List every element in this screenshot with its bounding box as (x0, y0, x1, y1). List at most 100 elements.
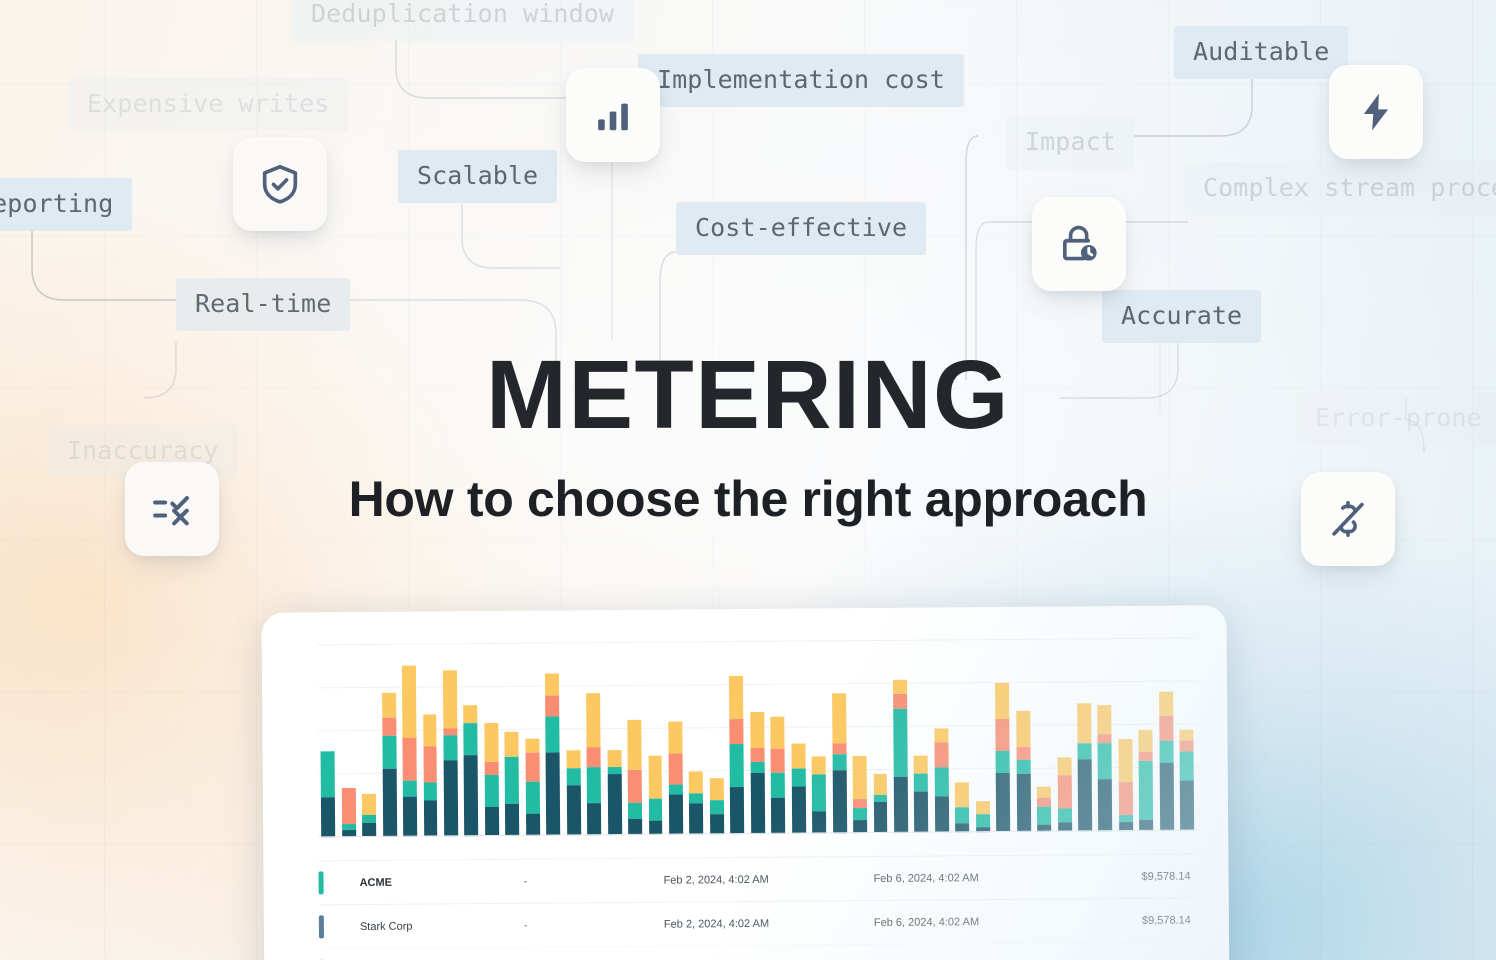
chart-bar-segment (443, 735, 458, 761)
chart-bar (685, 654, 707, 835)
chart-bar-segment (1016, 747, 1031, 760)
chart-bar (399, 657, 421, 837)
chart-bar (317, 657, 339, 838)
chart-bar-segment (1179, 751, 1195, 781)
chip-accurate[interactable]: Accurate (1102, 290, 1262, 343)
chart-bar-segment (1036, 786, 1051, 798)
chart-bar (583, 655, 605, 836)
chart-bar (1094, 651, 1116, 832)
chart-bar-segment (730, 787, 745, 835)
chart-bar-segment (525, 738, 540, 753)
chart-bar-segment (914, 773, 929, 792)
chart-bar-segment (545, 752, 561, 836)
chart-bar-segment (648, 820, 663, 835)
chip-label: Auditable (1193, 37, 1330, 66)
chart-bar-segment (709, 778, 724, 801)
chart-bar-segment (423, 746, 438, 783)
chart-bar-segment (689, 771, 704, 794)
chip-reporting[interactable]: Reporting (0, 178, 133, 231)
chip-deduplication-window[interactable]: Deduplication window (292, 0, 634, 41)
chart-bar-segment (750, 747, 765, 762)
chart-bar-segment (587, 802, 602, 836)
page-subtitle: How to choose the right approach (348, 471, 1148, 527)
chart-bar-segment (812, 811, 827, 834)
chart-bar (808, 653, 830, 834)
chart-bar-segment (770, 772, 786, 798)
chart-bar-segment (525, 781, 540, 815)
chip-label: Impact (1025, 127, 1116, 156)
row-period-end: Feb 6, 2024, 4:02 AM (873, 915, 980, 929)
chart-bar-segment (831, 692, 847, 744)
chip-cost-effective[interactable]: Cost-effective (676, 202, 927, 255)
chart-bar-segment (873, 802, 888, 833)
chip-real-time[interactable]: Real-time (176, 278, 351, 331)
chart-bar-segment (566, 768, 581, 786)
chip-impact[interactable]: Impact (1006, 116, 1135, 169)
dashboard-preview-card[interactable]: ACME - Feb 2, 2024, 4:02 AM Feb 6, 2024, 4:… (261, 605, 1230, 960)
chart-bar-segment (648, 755, 663, 799)
chart-bar-segment (689, 792, 704, 804)
chart-bar-segment (381, 717, 396, 737)
chart-bar (726, 654, 748, 835)
chart-bar-segment (382, 735, 397, 769)
chip-implementation-cost[interactable]: Implementation cost (638, 54, 964, 107)
chip-scalable[interactable]: Scalable (398, 150, 558, 203)
row-customer-name: ACME (359, 876, 393, 889)
chart-bar-segment (586, 746, 601, 767)
bar-chart-icon-card[interactable] (566, 68, 660, 162)
chart-bar-segment (1118, 782, 1133, 815)
chart-bar (624, 655, 646, 835)
chart-bars (317, 650, 1198, 838)
chart-bar-segment (955, 781, 970, 808)
chart-bar (1033, 652, 1055, 832)
page-title: METERING (486, 340, 1010, 449)
chart-bar-segment (627, 719, 642, 771)
chart-bar-segment (668, 784, 683, 796)
chart-bar-segment (545, 695, 560, 717)
chart-bar-segment (463, 722, 478, 756)
chart-bar-segment (1179, 740, 1194, 752)
chart-bar-segment (586, 766, 602, 803)
chart-bar (869, 653, 891, 833)
chart-bar-segment (1077, 743, 1092, 760)
chart-bar-segment (1057, 775, 1072, 809)
chart-bar (419, 656, 441, 837)
chip-auditable[interactable]: Auditable (1174, 26, 1349, 79)
chart-bar-segment (1016, 759, 1031, 775)
chart-bar (1012, 652, 1034, 832)
table-row[interactable]: ACME - Feb 2, 2024, 4:02 AM Feb 6, 2024, 4:… (318, 853, 1195, 905)
chart-bar-segment (566, 750, 581, 769)
shield-check-icon-card[interactable] (233, 137, 327, 231)
chart-bar-segment (320, 750, 336, 798)
chart-bar (460, 656, 482, 837)
chart-bar (337, 657, 359, 838)
chart-bar (889, 653, 911, 833)
chart-bar-segment (1016, 774, 1031, 832)
chart-bar-segment (689, 803, 704, 835)
chip-label: Scalable (417, 161, 539, 190)
chart-bar (951, 652, 973, 833)
chart-bar-segment (1159, 740, 1174, 763)
chart-bar-segment (1138, 730, 1153, 752)
chart-bar-segment (975, 801, 990, 815)
row-period-end: Feb 6, 2024, 4:02 AM (873, 871, 979, 885)
chart-bar (1114, 651, 1136, 832)
hero-canvas: Deduplication window Expensive writes Re… (0, 0, 1496, 960)
row-amount: $9,578.14 (1141, 914, 1191, 927)
lightning-bolt-icon-card[interactable] (1329, 65, 1423, 159)
table-row[interactable]: Stark Corp - Feb 2, 2024, 4:02 AM Feb 6, 20… (318, 897, 1196, 949)
chip-label: Reporting (0, 189, 114, 218)
lock-clock-icon-card[interactable] (1032, 197, 1126, 291)
chart-bar-segment (914, 791, 929, 833)
row-usage: - (523, 875, 528, 888)
chip-expensive-writes[interactable]: Expensive writes (68, 78, 349, 131)
chip-complex-stream-processing[interactable]: Complex stream processing (1184, 162, 1496, 215)
chart-bar-segment (791, 768, 806, 787)
chart-bar-segment (362, 815, 377, 823)
chart-bar (440, 656, 462, 837)
chip-label: Complex stream processing (1203, 173, 1496, 202)
chart-bar-segment (362, 793, 377, 816)
chart-bar-segment (750, 772, 765, 834)
chart-bar (1155, 651, 1177, 831)
chart-bar-segment (853, 807, 868, 821)
